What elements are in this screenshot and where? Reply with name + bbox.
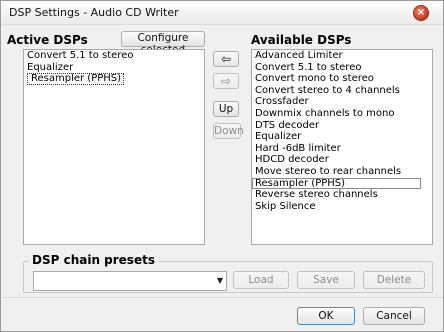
list-item[interactable]: Hard -6dB limiter (252, 143, 432, 155)
list-item-label: Resampler (PPHS) (27, 73, 125, 86)
save-preset-button[interactable]: Save (297, 271, 355, 289)
preset-combobox[interactable]: ▼ (33, 271, 227, 291)
arrow-right-icon: ⇨ (220, 74, 232, 88)
list-item[interactable]: Crossfader (252, 96, 432, 108)
list-item[interactable]: HDCD decoder (252, 154, 432, 166)
list-item[interactable]: Advanced Limiter (252, 50, 432, 62)
list-item[interactable]: Equalizer (252, 131, 432, 143)
list-item[interactable]: Skip Silence (252, 201, 432, 213)
active-dsps-heading: Active DSPs (7, 33, 88, 47)
available-dsps-list[interactable]: Advanced Limiter Convert 5.1 to stereo Con… (251, 49, 433, 245)
list-item[interactable]: Reverse stereo channels (252, 189, 432, 201)
available-dsps-heading: Available DSPs (251, 33, 352, 47)
list-item[interactable]: Convert stereo to 4 channels (252, 85, 432, 97)
list-item[interactable]: Convert mono to stereo (252, 73, 432, 85)
footer-separator (1, 297, 443, 298)
list-item[interactable]: Move stereo to rear channels (252, 166, 432, 178)
dsp-settings-dialog: DSP Settings - Audio CD Writer × Active … (0, 0, 444, 332)
load-preset-button[interactable]: Load (233, 271, 289, 289)
delete-preset-button[interactable]: Delete (363, 271, 425, 289)
remove-dsp-button[interactable]: ⇨ (213, 73, 239, 89)
arrow-left-icon: ⇦ (220, 52, 232, 66)
list-item[interactable]: Convert 5.1 to stereo (252, 62, 432, 74)
list-item[interactable]: Downmix channels to mono (252, 108, 432, 120)
move-down-button[interactable]: Down (213, 123, 244, 139)
presets-heading: DSP chain presets (29, 253, 158, 267)
title-bar[interactable]: DSP Settings - Audio CD Writer × (1, 1, 443, 25)
ok-button[interactable]: OK (297, 307, 355, 325)
list-item[interactable]: DTS decoder (252, 120, 432, 132)
list-item[interactable]: Equalizer (24, 62, 204, 74)
move-up-button[interactable]: Up (213, 101, 239, 117)
add-dsp-button[interactable]: ⇦ (213, 51, 239, 67)
chevron-down-icon[interactable]: ▼ (217, 276, 223, 285)
list-item[interactable]: Resampler (PPHS) (24, 73, 204, 86)
cancel-button[interactable]: Cancel (363, 307, 425, 325)
window-title: DSP Settings - Audio CD Writer (9, 6, 179, 19)
list-item[interactable]: Resampler (PPHS) (252, 177, 422, 190)
close-icon[interactable]: × (413, 5, 429, 21)
active-dsps-list[interactable]: Convert 5.1 to stereo Equalizer Resampler … (23, 49, 205, 245)
list-item[interactable]: Convert 5.1 to stereo (24, 50, 204, 62)
configure-selected-button[interactable]: Configure selected (121, 31, 205, 56)
